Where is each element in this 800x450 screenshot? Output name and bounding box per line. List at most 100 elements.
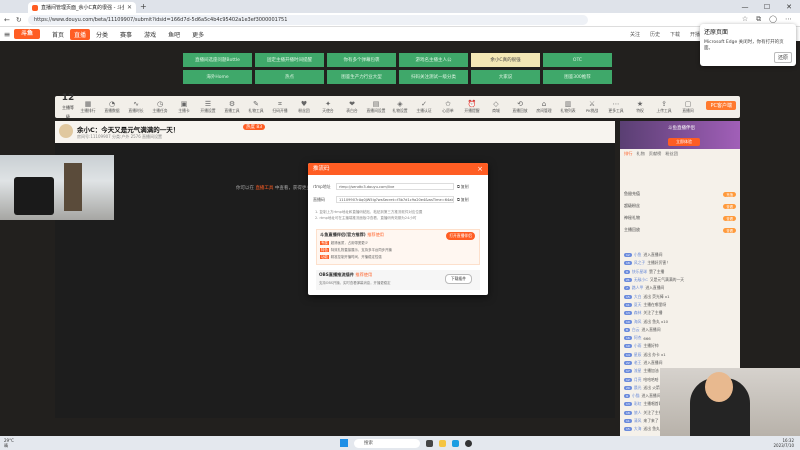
refresh-icon[interactable]: ↻ (16, 16, 22, 24)
browser-tab[interactable]: 直播间管理页面_余小C真的很强 - 斗鱼 ✕ (28, 2, 136, 13)
more-icon[interactable]: ⋯ (785, 15, 792, 24)
chat-username[interactable]: 森林 (634, 310, 642, 316)
rtmp-field[interactable]: rtmp://sendtc3.douyu.com/live (336, 183, 454, 190)
tab-contribution[interactable]: 贡献榜 (649, 151, 662, 157)
sidebar-item[interactable]: 鱼翅充值 充值 (624, 191, 736, 197)
toolbar-item[interactable]: ▦ 主播排行 (77, 100, 99, 114)
tab-fans[interactable]: 粉丝团 (665, 151, 678, 157)
companion-banner[interactable]: 斗鱼直播伴侣 立即体验 (620, 121, 740, 149)
favorites-icon[interactable]: ☆ (742, 15, 748, 24)
windows-start-icon[interactable] (340, 439, 348, 447)
item-badge[interactable]: 查看 (723, 227, 736, 233)
taskbar-search[interactable]: 搜索 (354, 438, 420, 448)
toolbar-item[interactable]: ⌂ 房间管理 (533, 100, 555, 114)
chat-username[interactable]: 流星 (634, 368, 642, 374)
file-explorer-icon[interactable] (439, 439, 446, 447)
toolbar-item[interactable]: ❤ 表白台 (341, 100, 363, 114)
grid-cell[interactable]: 扫码关注测试一级分类 (399, 70, 468, 84)
toolbar-item[interactable]: ∿ 直播时长 (125, 100, 147, 114)
chat-username[interactable]: 小雨 (634, 343, 642, 349)
chat-username[interactable]: 风之子 (634, 260, 645, 266)
avatar[interactable] (59, 124, 73, 138)
task-view-icon[interactable] (426, 439, 433, 447)
chat-username[interactable]: 阿杰 (634, 335, 642, 341)
minimize-button[interactable]: — (734, 0, 756, 13)
chat-username[interactable]: 快乐星球 (632, 269, 647, 275)
grid-cell[interactable]: 图鉴生产力行业大型 (327, 70, 396, 84)
back-icon[interactable]: ← (4, 16, 10, 24)
item-badge[interactable]: 查看 (723, 215, 736, 221)
chat-username[interactable]: 无敌小C (634, 277, 648, 283)
restore-button[interactable]: 还原 (773, 52, 792, 63)
key-field[interactable]: 11109907rAq0jW5ig?wsSecret=f3b7d1c9a20e4… (336, 196, 454, 203)
tab-gift[interactable]: 礼物 (636, 151, 644, 157)
nav-home[interactable]: 首页 (46, 30, 70, 39)
chat-username[interactable]: 月亮 (634, 377, 642, 383)
grid-cell[interactable]: 图鉴300推荐 (543, 70, 612, 84)
grid-cell[interactable]: 固定主播开播时间提醒 (255, 53, 324, 67)
url-field[interactable]: https://www.douyu.com/beta/11109907/subm… (28, 14, 588, 25)
toolbar-item[interactable]: ▤ 直播间设置 (365, 100, 387, 114)
item-badge[interactable]: 充值 (723, 191, 736, 197)
toolbar-item[interactable]: ▢ 直播间 (677, 100, 699, 114)
toolbar-item[interactable]: ◈ 礼物设置 (389, 100, 411, 114)
chat-username[interactable]: 旅人 (634, 410, 642, 416)
chat-username[interactable]: 小猫 (632, 393, 640, 399)
weather-widget[interactable]: 29°C 晴 (4, 438, 14, 448)
open-companion-button[interactable]: 打开直播伴侣 (446, 232, 475, 240)
maximize-button[interactable]: ☐ (756, 0, 778, 13)
toolbar-item[interactable]: ✩ 心愿单 (437, 100, 459, 114)
chat-username[interactable]: 夏天 (634, 302, 642, 308)
chat-username[interactable]: 小鱼 (634, 252, 642, 258)
toolbar-item[interactable]: ▥ 礼物列表 (557, 100, 579, 114)
toolbar-item[interactable]: ⇪ 上传工具 (653, 100, 675, 114)
sidebar-item[interactable]: 主播回放 查看 (624, 227, 736, 233)
grid-cell[interactable]: 大家说 (471, 70, 540, 84)
toolbar-item[interactable]: ⟲ 直播回放 (509, 100, 531, 114)
header-download[interactable]: 下载 (670, 31, 680, 38)
chat-username[interactable]: 彩虹 (634, 401, 642, 407)
header-follow[interactable]: 关注 (630, 31, 640, 38)
grid-cell[interactable]: 热点 (255, 70, 324, 84)
nav-category[interactable]: 分类 (90, 30, 114, 39)
toolbar-item[interactable]: ⚙ 直播工具 (221, 100, 243, 114)
copy-rtmp-button[interactable]: ⧉ 复制 (457, 184, 469, 190)
copy-key-button[interactable]: ⧉ 复制 (457, 197, 469, 203)
edge-icon[interactable] (452, 439, 459, 447)
toolbar-item[interactable]: ✦ 天使台 (317, 100, 339, 114)
toolbar-item[interactable]: ◇ 商城 (485, 100, 507, 114)
grid-cell-selected[interactable]: 余小C真的很强 (471, 53, 540, 67)
chat-username[interactable]: 晨光 (634, 385, 642, 391)
nav-games[interactable]: 游戏 (138, 30, 162, 39)
banner-button[interactable]: 立即体验 (668, 138, 700, 146)
hamburger-menu-icon[interactable]: ≡ (0, 30, 14, 39)
toolbar-item[interactable]: ✎ 礼物工具 (245, 100, 267, 114)
toolbar-item[interactable]: ☰ 开播设置 (197, 100, 219, 114)
toolbar-item[interactable]: ⋯ 更多工具 (605, 100, 627, 114)
extensions-icon[interactable]: ⧉ (756, 15, 761, 24)
toolbar-item[interactable]: ⏰ 开播提醒 (461, 100, 483, 114)
nav-yuba[interactable]: 鱼吧 (162, 30, 186, 39)
info-link[interactable]: 直播工具 (255, 186, 273, 191)
toolbar-item[interactable]: ✓ 主播认证 (413, 100, 435, 114)
chat-username[interactable]: 白云 (632, 327, 640, 333)
item-badge[interactable]: 查看 (723, 203, 736, 209)
sidebar-item[interactable]: 神秘礼物 查看 (624, 215, 736, 221)
system-tray[interactable]: 16:32 2023/7/10 (773, 438, 794, 448)
toolbar-item[interactable]: ★ 特权 (629, 100, 651, 114)
download-plugin-button[interactable]: 下载插件 (444, 274, 472, 284)
nav-live[interactable]: 直播 (70, 28, 91, 40)
close-window-button[interactable]: ✕ (778, 0, 800, 13)
chat-username[interactable]: 清风 (634, 418, 642, 424)
header-history[interactable]: 历史 (650, 31, 660, 38)
grid-cell[interactable]: 海外Home (183, 70, 252, 84)
nav-more[interactable]: 更多 (186, 30, 210, 39)
new-tab-button[interactable]: + (140, 2, 147, 11)
chat-username[interactable]: 星辰 (634, 352, 642, 358)
chat-username[interactable]: 大白 (634, 294, 642, 300)
grid-cell[interactable]: 游戏名主播主人公 (399, 53, 468, 67)
grid-cell[interactable]: 你有多个弹幕包裹 (327, 53, 396, 67)
nav-events[interactable]: 赛事 (114, 30, 138, 39)
app-icon[interactable] (465, 439, 472, 447)
chat-username[interactable]: 路人甲 (632, 285, 643, 291)
